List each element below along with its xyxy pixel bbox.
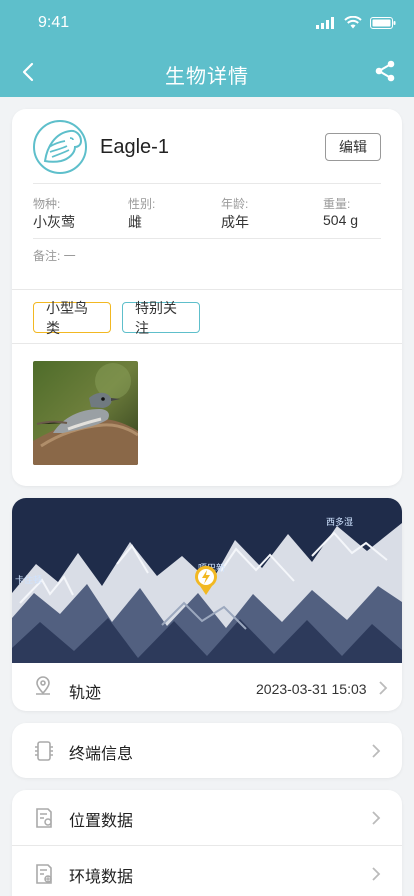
document-location-icon xyxy=(32,806,56,830)
gender-label: 性别: xyxy=(128,197,156,211)
terminal-label: 终端信息 xyxy=(69,746,134,763)
data-card: 位置数据 环境数据 xyxy=(12,790,402,896)
avatar xyxy=(33,120,87,174)
divider xyxy=(12,289,402,290)
species-value: 小灰莺 xyxy=(33,214,75,230)
bird-photo xyxy=(33,361,138,465)
status-icons xyxy=(316,16,396,29)
profile-card: Eagle-1 编辑 物种: 小灰莺 性别: 雌 年龄: 成年 重量: 504 … xyxy=(12,109,402,486)
track-time: 2023-03-31 15:03 xyxy=(256,681,367,697)
status-bar: 9:41 xyxy=(0,0,414,48)
creature-photo[interactable] xyxy=(33,361,138,465)
species-label: 物种: xyxy=(33,197,61,211)
nav-bar: 生物详情 xyxy=(0,48,414,97)
chevron-right-icon[interactable] xyxy=(377,680,389,696)
terminal-info-row[interactable]: 终端信息 xyxy=(12,723,402,778)
tag-small-bird[interactable]: 小型鸟类 xyxy=(33,300,111,336)
chevron-right-icon[interactable] xyxy=(370,743,382,759)
tag-special-attention[interactable]: 特别关注 xyxy=(122,300,200,336)
page-title: 生物详情 xyxy=(165,66,249,88)
device-icon xyxy=(32,739,56,763)
creature-name: Eagle-1 xyxy=(100,136,169,158)
location-data-label: 位置数据 xyxy=(69,813,134,830)
battery-icon xyxy=(370,16,396,29)
map-view[interactable]: 卡住顿 嘎巴新 西多湿 xyxy=(12,498,402,663)
map-label: 西多湿 xyxy=(326,517,354,527)
location-data-row[interactable]: 位置数据 xyxy=(12,790,402,845)
environment-data-row[interactable]: 环境数据 xyxy=(12,846,402,896)
age-value: 成年 xyxy=(221,214,249,230)
wifi-icon xyxy=(344,16,362,29)
edit-button[interactable]: 编辑 xyxy=(325,133,381,161)
weight-label: 重量: xyxy=(323,197,351,211)
track-label: 轨迹 xyxy=(69,685,102,702)
weight-value: 504 g xyxy=(323,212,359,228)
map-card: 卡住顿 嘎巴新 西多湿 轨迹 2023-03-31 15:03 xyxy=(12,498,402,711)
location-pin-icon xyxy=(31,675,55,699)
lightning-marker-icon[interactable] xyxy=(192,564,220,596)
divider xyxy=(33,238,381,239)
chevron-right-icon[interactable] xyxy=(370,810,382,826)
status-time: 9:41 xyxy=(38,14,70,31)
gender-value: 雌 xyxy=(128,214,142,230)
eagle-avatar-icon xyxy=(43,129,83,163)
environment-data-label: 环境数据 xyxy=(69,869,134,886)
share-button[interactable] xyxy=(374,60,398,84)
share-icon xyxy=(375,60,395,82)
divider xyxy=(12,343,402,344)
divider xyxy=(33,183,381,184)
chevron-right-icon[interactable] xyxy=(370,866,382,882)
header: 9:41 生物详情 xyxy=(0,0,414,97)
age-label: 年龄: xyxy=(221,197,249,211)
document-environment-icon xyxy=(32,862,56,886)
signal-icon xyxy=(316,16,334,29)
note-text: 备注: 一 xyxy=(33,249,76,263)
map-label: 卡住顿 xyxy=(15,575,43,585)
